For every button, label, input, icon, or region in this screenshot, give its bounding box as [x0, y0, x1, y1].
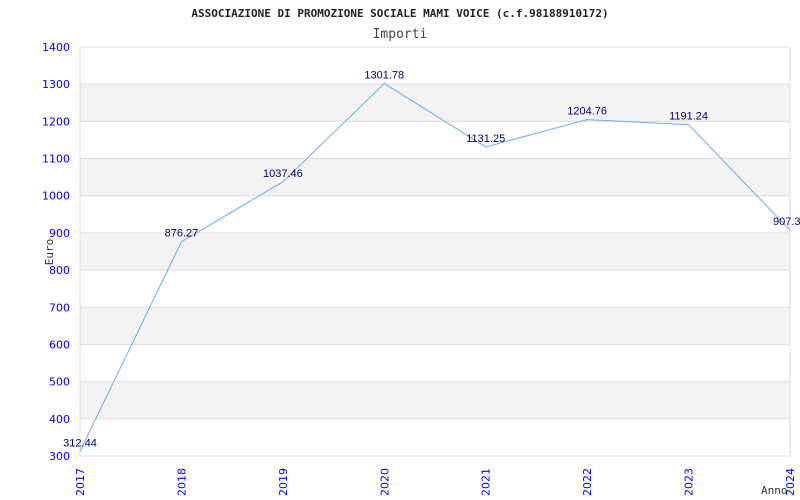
y-tick-label: 1400 — [42, 41, 70, 54]
y-tick-label: 900 — [49, 227, 70, 240]
x-tick-label: 2018 — [175, 468, 188, 496]
data-label: 1301.78 — [364, 70, 404, 82]
line-chart: ASSOCIAZIONE DI PROMOZIONE SOCIALE MAMI … — [42, 7, 800, 497]
x-tick-label: 2017 — [74, 468, 87, 496]
data-label: 876.27 — [165, 228, 199, 240]
y-tick-label: 700 — [49, 301, 70, 314]
chart-subtitle: Importi — [373, 27, 428, 42]
y-tick-label: 300 — [49, 450, 70, 463]
y-tick-label: 1000 — [42, 190, 70, 203]
grid-band — [80, 381, 790, 419]
data-label: 1204.76 — [567, 106, 607, 118]
x-tick-label: 2021 — [480, 468, 493, 496]
grid-band — [80, 307, 790, 345]
data-label: 312.44 — [63, 437, 97, 449]
x-tick-label: 2022 — [581, 468, 594, 496]
y-tick-label: 400 — [49, 413, 70, 426]
chart-title: ASSOCIAZIONE DI PROMOZIONE SOCIALE MAMI … — [191, 7, 608, 20]
x-tick-label: 2019 — [277, 468, 290, 496]
grid-band — [80, 158, 790, 196]
data-label: 907.3 — [773, 216, 800, 228]
y-tick-label: 500 — [49, 376, 70, 389]
y-tick-label: 1200 — [42, 115, 70, 128]
y-tick-label: 1100 — [42, 153, 70, 166]
x-tick-label: 2020 — [378, 468, 391, 496]
y-tick-label: 600 — [49, 338, 70, 351]
data-label: 1037.46 — [263, 168, 303, 180]
y-axis-label: Euro — [43, 239, 56, 266]
data-label: 1191.24 — [669, 111, 708, 123]
data-label: 1131.25 — [466, 133, 505, 145]
x-axis-label: Anno — [761, 484, 788, 497]
y-tick-label: 1300 — [42, 78, 70, 91]
x-tick-label: 2023 — [683, 468, 696, 496]
